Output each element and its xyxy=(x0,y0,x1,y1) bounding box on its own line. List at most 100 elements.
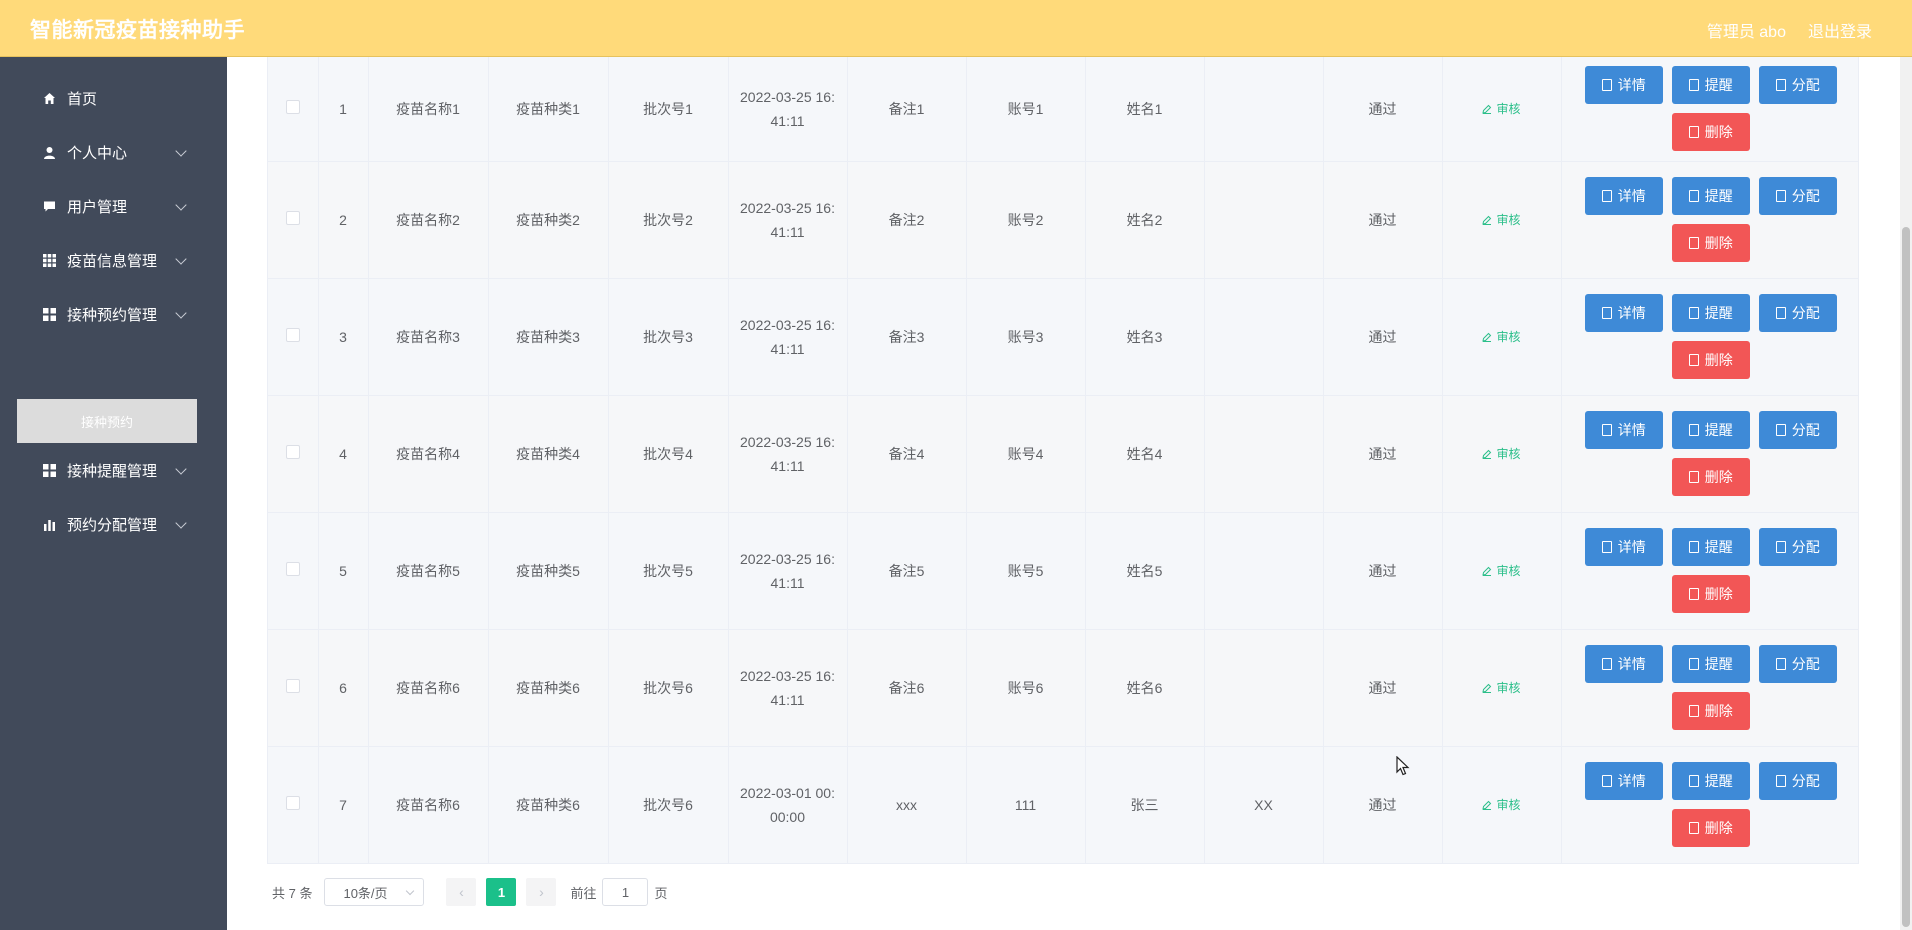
cell-actions: 详情 提醒 分配删除 xyxy=(1561,161,1858,279)
delete-button[interactable]: 删除 xyxy=(1671,224,1750,262)
cell-account: 账号3 xyxy=(966,278,1086,396)
cell-appointment-time: 2022-03-25 16:41:11 xyxy=(728,161,848,279)
detail-label: 详情 xyxy=(1617,773,1646,789)
apps-icon xyxy=(42,463,57,478)
document-icon xyxy=(1601,307,1612,319)
assign-button[interactable]: 分配 xyxy=(1758,294,1837,332)
goto-page: 前往 页 xyxy=(570,878,668,906)
review-link[interactable]: 审核 xyxy=(1482,211,1521,228)
detail-button[interactable]: 详情 xyxy=(1584,645,1663,683)
sidebar-item-appointments[interactable]: 接种预约管理 xyxy=(0,287,227,341)
document-icon xyxy=(1601,424,1612,436)
cell-real-name: 姓名3 xyxy=(1085,278,1205,396)
cell-extra-field xyxy=(1204,57,1324,162)
cell-remark: 备注6 xyxy=(847,629,967,747)
detail-button[interactable]: 详情 xyxy=(1584,762,1663,800)
row-checkbox[interactable] xyxy=(285,445,300,459)
sidebar-item-label: 接种提醒管理 xyxy=(67,462,158,480)
table-row: 1 疫苗名称1 疫苗种类1 批次号1 2022-03-25 16:41:11 备注1 账号1… xyxy=(268,57,1858,162)
row-checkbox[interactable] xyxy=(285,679,300,693)
review-link[interactable]: 审核 xyxy=(1482,328,1521,345)
delete-label: 删除 xyxy=(1704,352,1733,368)
detail-button[interactable]: 详情 xyxy=(1584,177,1663,215)
delete-button[interactable]: 删除 xyxy=(1671,458,1750,496)
cell-row-index: 4 xyxy=(318,395,369,513)
assign-button[interactable]: 分配 xyxy=(1758,177,1837,215)
remind-button[interactable]: 提醒 xyxy=(1671,762,1750,800)
review-link[interactable]: 审核 xyxy=(1482,562,1521,579)
cell-actions: 详情 提醒 分配 删除 xyxy=(1561,395,1858,513)
review-link[interactable]: 审核 xyxy=(1482,100,1521,117)
remind-button[interactable]: 提醒 xyxy=(1671,66,1750,105)
chevron-down-icon xyxy=(175,307,187,319)
review-label: 审核 xyxy=(1496,798,1521,812)
prev-page-button[interactable]: ‹ xyxy=(446,878,477,906)
sidebar-subitem-appointment[interactable]: 接种预约 xyxy=(17,399,197,443)
cell-appointment-time: 2022-03-25 16:41:11 xyxy=(728,629,848,747)
row-checkbox[interactable] xyxy=(285,100,300,115)
detail-label: 详情 xyxy=(1617,188,1646,204)
page-number-current[interactable]: 1 xyxy=(486,878,517,906)
cell-row-index: 5 xyxy=(318,512,369,630)
scrollbar-thumb[interactable] xyxy=(1902,227,1910,927)
cell-vaccine-type: 疫苗种类1 xyxy=(488,57,609,162)
assign-button[interactable]: 分配 xyxy=(1758,528,1837,566)
assign-button[interactable]: 分配 xyxy=(1758,645,1837,683)
sidebar-item-home[interactable]: 首页 xyxy=(0,71,227,125)
review-link[interactable]: 审核 xyxy=(1482,445,1521,462)
row-select-cell xyxy=(268,161,319,279)
remind-button[interactable]: 提醒 xyxy=(1671,528,1750,566)
assign-button[interactable]: 分配 xyxy=(1758,762,1837,800)
row-checkbox[interactable] xyxy=(285,211,300,225)
delete-button[interactable]: 删除 xyxy=(1671,809,1750,847)
cell-batch-number: 批次号2 xyxy=(608,161,729,279)
row-checkbox[interactable] xyxy=(285,796,300,810)
next-page-button[interactable]: › xyxy=(526,878,557,906)
row-checkbox[interactable] xyxy=(285,562,300,576)
remind-button[interactable]: 提醒 xyxy=(1671,294,1750,332)
sidebar-item-profile[interactable]: 个人中心 xyxy=(0,125,227,179)
top-header: 智能新冠疫苗接种助手 管理员 abo 退出登录 xyxy=(0,0,1912,57)
document-icon xyxy=(1688,190,1699,202)
delete-button[interactable]: 删除 xyxy=(1671,341,1750,379)
review-label: 审核 xyxy=(1496,330,1521,344)
sidebar-item-vaccine-info[interactable]: 疫苗信息管理 xyxy=(0,233,227,287)
cell-status: 通过 xyxy=(1323,161,1443,279)
page-size-select[interactable]: 10条/页 xyxy=(324,878,425,906)
remind-button[interactable]: 提醒 xyxy=(1671,411,1750,449)
detail-button[interactable]: 详情 xyxy=(1584,528,1663,566)
row-checkbox[interactable] xyxy=(285,328,300,342)
logout-link[interactable]: 退出登录 xyxy=(1808,18,1872,42)
cell-vaccine-name: 疫苗名称6 xyxy=(368,746,489,864)
row-select-cell xyxy=(268,512,319,630)
page-scrollbar[interactable] xyxy=(1900,57,1912,930)
delete-button[interactable]: 删除 xyxy=(1671,113,1750,152)
edit-icon xyxy=(1482,449,1492,459)
cell-real-name: 姓名6 xyxy=(1085,629,1205,747)
main-content: 1 疫苗名称1 疫苗种类1 批次号1 2022-03-25 16:41:11 备注1 账号1… xyxy=(227,57,1912,930)
assign-button[interactable]: 分配 xyxy=(1758,66,1837,105)
detail-button[interactable]: 详情 xyxy=(1584,411,1663,449)
goto-page-input[interactable] xyxy=(602,878,649,906)
delete-button[interactable]: 删除 xyxy=(1671,575,1750,613)
sidebar-item-users[interactable]: 用户管理 xyxy=(0,179,227,233)
remind-button[interactable]: 提醒 xyxy=(1671,645,1750,683)
remind-button[interactable]: 提醒 xyxy=(1671,177,1750,215)
chevron-down-icon xyxy=(175,199,187,211)
sidebar-item-allocation[interactable]: 预约分配管理 xyxy=(0,497,227,551)
detail-button[interactable]: 详情 xyxy=(1584,66,1663,105)
delete-button[interactable]: 删除 xyxy=(1671,692,1750,730)
assign-label: 分配 xyxy=(1791,188,1820,204)
review-link[interactable]: 审核 xyxy=(1482,679,1521,696)
document-icon xyxy=(1775,541,1786,553)
cell-status: 通过 xyxy=(1323,278,1443,396)
delete-label: 删除 xyxy=(1704,235,1733,251)
edit-icon xyxy=(1482,104,1492,114)
review-link[interactable]: 审核 xyxy=(1482,796,1521,813)
cell-row-index: 6 xyxy=(318,629,369,747)
sidebar-item-label: 用户管理 xyxy=(67,198,128,216)
sidebar-item-reminders[interactable]: 接种提醒管理 xyxy=(0,443,227,497)
chart-icon xyxy=(42,517,57,532)
assign-button[interactable]: 分配 xyxy=(1758,411,1837,449)
detail-button[interactable]: 详情 xyxy=(1584,294,1663,332)
